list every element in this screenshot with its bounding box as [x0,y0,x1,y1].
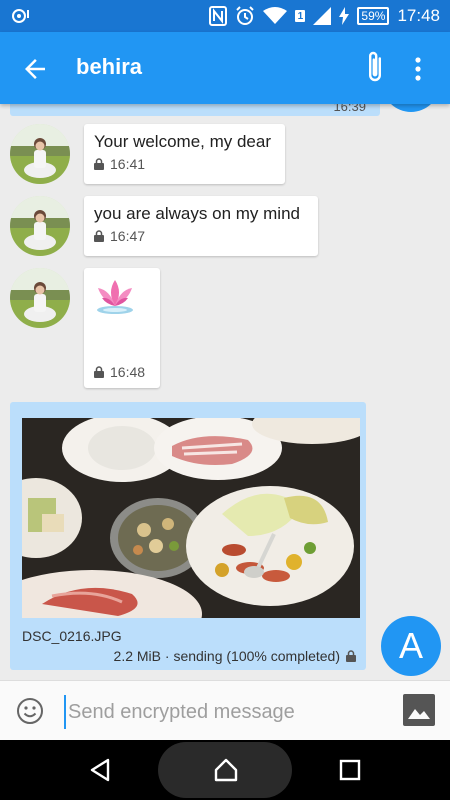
wifi-icon [263,7,288,24]
emoji-icon[interactable] [16,697,44,725]
lock-icon [94,158,104,170]
file-name: DSC_0216.JPG [22,628,122,644]
battery-level: 59% [357,7,390,25]
previous-message-bubble: 16:39 [10,104,380,116]
nav-home-icon[interactable] [212,756,240,784]
image-icon[interactable] [402,693,436,727]
signal-icon [313,7,332,25]
file-status: 2.2 MiB · sending (100% completed) [114,648,356,664]
lock-icon [94,230,104,242]
message-bubble[interactable]: 16:48 [84,268,160,388]
contact-avatar[interactable] [10,124,70,184]
sent-image-message[interactable]: DSC_0216.JPG 2.2 MiB · sending (100% com… [10,402,366,670]
contact-avatar[interactable] [10,196,70,256]
overflow-menu-icon[interactable] [408,54,428,84]
back-arrow-icon[interactable] [20,54,50,84]
sent-photo[interactable] [22,418,360,618]
self-avatar-partial [382,104,440,112]
battery-percent: 59 [361,9,375,23]
message-bubble[interactable]: Your welcome, my dear 16:41 [84,124,285,184]
message-time: 16:47 [110,228,146,244]
lock-icon [346,650,356,662]
lock-icon [94,366,104,378]
message-time: 16:41 [110,156,146,172]
status-bar: 1 59% 17:48 [0,0,450,32]
message-text: you are always on my mind [94,204,300,223]
file-status-text: 2.2 MiB · sending (100% completed) [113,648,340,664]
sim-slot-badge: 1 [295,10,306,22]
navigation-bar [0,740,450,800]
charging-icon [339,7,350,25]
message-list[interactable]: 16:39 Your welcome, my dear 16:41 you ar… [0,104,450,680]
conversation-toolbar: behira [0,32,450,104]
message-time: 16:39 [333,104,366,114]
message-time: 16:48 [110,364,146,380]
lotus-emoji [97,280,133,314]
contact-avatar[interactable] [10,268,70,328]
nav-recent-apps-icon[interactable] [338,758,362,782]
message-composer [0,680,450,740]
contact-name[interactable]: behira [76,54,142,80]
notification-icon [12,9,29,23]
alarm-icon [236,6,255,25]
nav-back-icon[interactable] [86,756,114,784]
clock: 17:48 [397,6,440,25]
message-input[interactable] [64,695,384,729]
nfc-icon [209,6,228,26]
self-avatar-letter: A [398,625,423,666]
paperclip-icon[interactable] [360,50,390,86]
message-text: Your welcome, my dear [94,132,272,151]
self-avatar[interactable]: A [381,616,441,676]
message-bubble[interactable]: you are always on my mind 16:47 [84,196,318,256]
